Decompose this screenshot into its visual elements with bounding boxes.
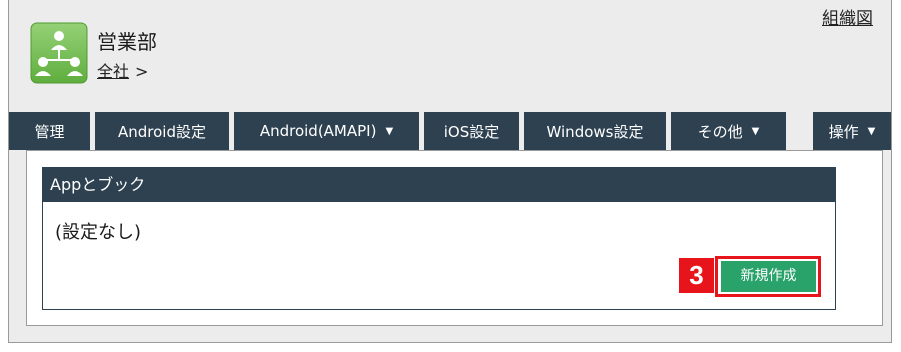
department-org-icon xyxy=(30,22,88,84)
empty-state-text: (設定なし) xyxy=(55,222,142,243)
tab-windows-settings-label: Windows設定 xyxy=(546,122,644,141)
breadcrumb-root-link[interactable]: 全社 xyxy=(97,62,129,81)
tab-other-label: その他 xyxy=(697,122,743,141)
section-title-apps-and-books: Appとブック xyxy=(42,167,836,202)
new-create-button[interactable]: 新規作成 xyxy=(721,261,816,292)
tab-android-settings[interactable]: Android設定 xyxy=(95,112,229,150)
tab-operations-label: 操作 xyxy=(828,122,859,141)
breadcrumb-separator: > xyxy=(135,62,149,81)
tab-other[interactable]: その他 ▼ xyxy=(671,112,786,150)
tab-ios-settings-label: iOS設定 xyxy=(443,122,500,141)
org-chart-link[interactable]: 組織図 xyxy=(822,4,873,29)
tab-android-settings-label: Android設定 xyxy=(118,122,206,141)
tab-management[interactable]: 管理 xyxy=(9,112,90,150)
tab-android-amapi[interactable]: Android(AMAPI) ▼ xyxy=(234,112,419,150)
caret-down-icon: ▼ xyxy=(867,125,876,137)
step-number-badge: 3 xyxy=(679,258,714,293)
tab-bar: 管理 Android設定 Android(AMAPI) ▼ iOS設定 Wind… xyxy=(9,112,891,150)
tab-android-amapi-label: Android(AMAPI) xyxy=(259,122,377,140)
department-name: 営業部 xyxy=(97,30,157,54)
tab-spacer xyxy=(786,112,813,150)
breadcrumb: 全社 > xyxy=(97,58,148,82)
tab-operations[interactable]: 操作 ▼ xyxy=(813,112,891,150)
tab-ios-settings[interactable]: iOS設定 xyxy=(424,112,519,150)
tab-management-label: 管理 xyxy=(34,122,65,141)
caret-down-icon: ▼ xyxy=(385,125,394,137)
caret-down-icon: ▼ xyxy=(751,125,760,137)
tab-windows-settings[interactable]: Windows設定 xyxy=(524,112,666,150)
